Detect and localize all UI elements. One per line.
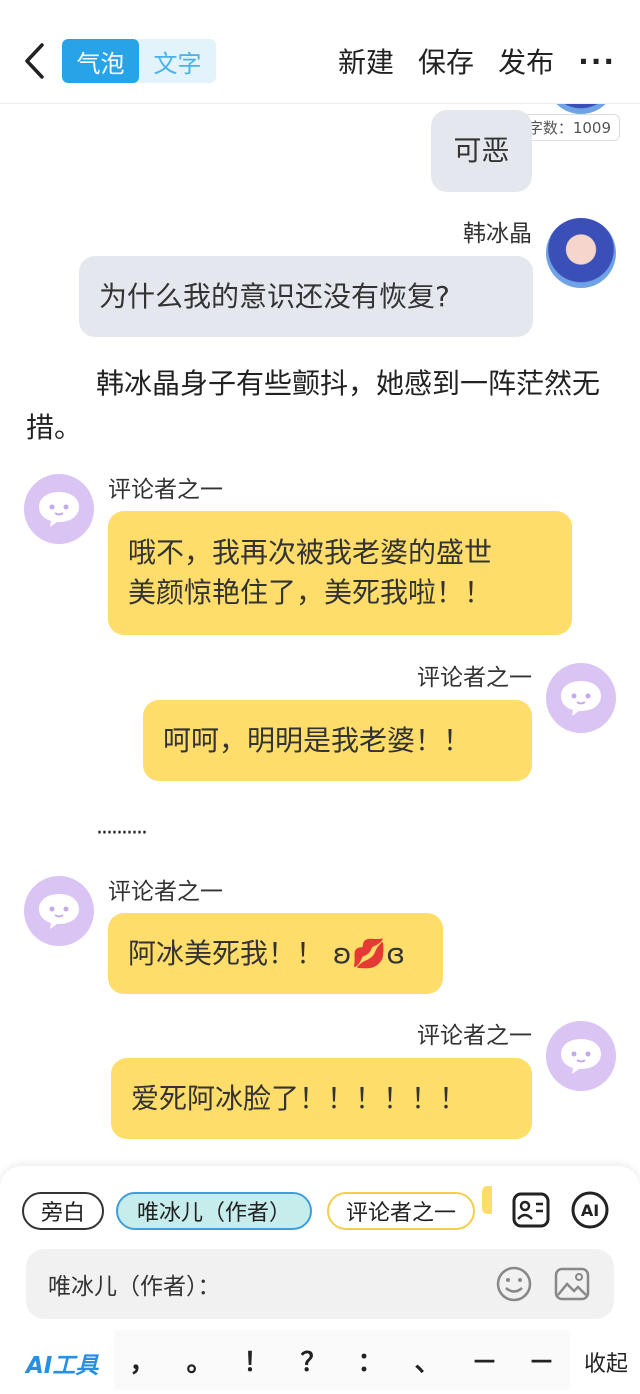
- contact-card-icon: [512, 1192, 550, 1228]
- punct-key[interactable]: 、: [414, 1342, 440, 1379]
- message-bubble[interactable]: 为什么我的意识还没有恢复?: [79, 256, 533, 337]
- ai-button[interactable]: AI: [568, 1188, 612, 1232]
- avatar[interactable]: [546, 663, 616, 733]
- speaker-name: 评论者之一: [417, 1023, 532, 1049]
- speaker-name: 评论者之一: [108, 477, 223, 503]
- smiley-icon: [496, 1266, 532, 1302]
- chevron-left-icon: [25, 43, 44, 79]
- punct-key[interactable]: ，: [129, 1342, 155, 1379]
- message-text: 阿冰美死我！！ ʚ💋ɞ: [128, 936, 405, 970]
- message-bubble[interactable]: 呵呵，明明是我老婆！！: [143, 700, 532, 781]
- ai-label: AI: [580, 1200, 600, 1220]
- speaker-name: 评论者之一: [417, 665, 532, 691]
- message-bubble[interactable]: 爱死阿冰脸了！！！！！！: [111, 1058, 532, 1139]
- message-bubble[interactable]: 阿冰美死我！！ ʚ💋ɞ: [108, 913, 443, 994]
- punct-key[interactable]: ：: [357, 1342, 383, 1379]
- emoji-button[interactable]: [494, 1264, 534, 1304]
- punct-key[interactable]: －: [471, 1342, 497, 1379]
- image-button[interactable]: [552, 1264, 592, 1304]
- message-input[interactable]: 唯冰儿（作者）：: [26, 1249, 614, 1319]
- speaker-name: 评论者之一: [108, 879, 223, 905]
- shortcut-row: AI工具 ， 。 ！ ？ ： 、 － － 收起: [0, 1326, 640, 1394]
- mode-toggle: 气泡 文字: [62, 39, 216, 83]
- narration-text[interactable]: 韩冰晶身子有些颤抖，她感到一阵茫然无措。: [26, 362, 616, 450]
- avatar[interactable]: [546, 1021, 616, 1091]
- punctuation-strip: ， 。 ！ ？ ： 、 － －: [114, 1330, 570, 1390]
- message-text: 爱死阿冰脸了！！！！！！: [131, 1081, 468, 1115]
- speaker-name: 韩冰晶: [463, 221, 532, 247]
- narration-text[interactable]: ··········: [96, 812, 148, 856]
- role-chip-author[interactable]: 唯冰儿（作者）: [116, 1192, 312, 1230]
- message-bubble[interactable]: 可恶: [431, 110, 532, 192]
- word-count-badge: 字数：1009: [518, 114, 620, 141]
- punct-key[interactable]: ！: [243, 1342, 269, 1379]
- tab-bubble[interactable]: 气泡: [62, 39, 139, 83]
- message-bubble[interactable]: 哦不，我再次被我老婆的盛世 美颜惊艳住了，美死我啦！！: [108, 511, 572, 635]
- punct-key[interactable]: ？: [300, 1342, 326, 1379]
- message-text: 哦不，我再次被我老婆的盛世: [128, 536, 493, 569]
- message-text: 呵呵，明明是我老婆！！: [163, 723, 472, 757]
- more-button[interactable]: ···: [578, 45, 616, 78]
- avatar[interactable]: [546, 104, 616, 114]
- chat-bubble-icon: [39, 492, 79, 527]
- publish-button[interactable]: 发布: [498, 41, 554, 81]
- role-chip-commenter[interactable]: 评论者之一: [327, 1192, 475, 1230]
- punct-key[interactable]: －: [528, 1342, 554, 1379]
- punct-key[interactable]: 。: [186, 1342, 212, 1379]
- chat-content[interactable]: 字数：1009 可恶 韩冰晶 为什么我的意识还没有恢复? 韩冰晶身子有些颤抖，她…: [0, 104, 640, 1166]
- tab-text[interactable]: 文字: [139, 39, 216, 83]
- message-text: 美颜惊艳住了，美死我啦！！: [128, 576, 493, 609]
- avatar[interactable]: [24, 474, 94, 544]
- role-chip-narration[interactable]: 旁白: [22, 1192, 104, 1230]
- message-text: 可恶: [453, 134, 510, 167]
- chat-bubble-icon: [39, 894, 79, 929]
- chat-bubble-icon: [561, 681, 601, 716]
- contact-card-button[interactable]: [509, 1188, 553, 1232]
- top-bar: 气泡 文字 新建 保存 发布 ···: [0, 0, 640, 104]
- input-panel: 旁白 唯冰儿（作者） 评论者之一 AI 唯冰儿（作者）： AI工具 ， 。 ！ …: [0, 1166, 640, 1394]
- image-icon: [554, 1267, 590, 1301]
- ai-tools-button[interactable]: AI工具: [26, 1346, 98, 1380]
- input-speaker-prefix: 唯冰儿（作者）：: [48, 1274, 221, 1300]
- save-button[interactable]: 保存: [418, 41, 474, 81]
- avatar[interactable]: [546, 218, 616, 288]
- collapse-button[interactable]: 收起: [584, 1346, 628, 1378]
- chat-bubble-icon: [561, 1039, 601, 1074]
- new-button[interactable]: 新建: [338, 41, 394, 81]
- back-button[interactable]: [14, 38, 54, 84]
- role-chip-overflow[interactable]: [482, 1186, 492, 1214]
- avatar[interactable]: [24, 876, 94, 946]
- message-text: 为什么我的意识还没有恢复?: [99, 279, 450, 313]
- top-actions: 新建 保存 发布 ···: [338, 38, 640, 84]
